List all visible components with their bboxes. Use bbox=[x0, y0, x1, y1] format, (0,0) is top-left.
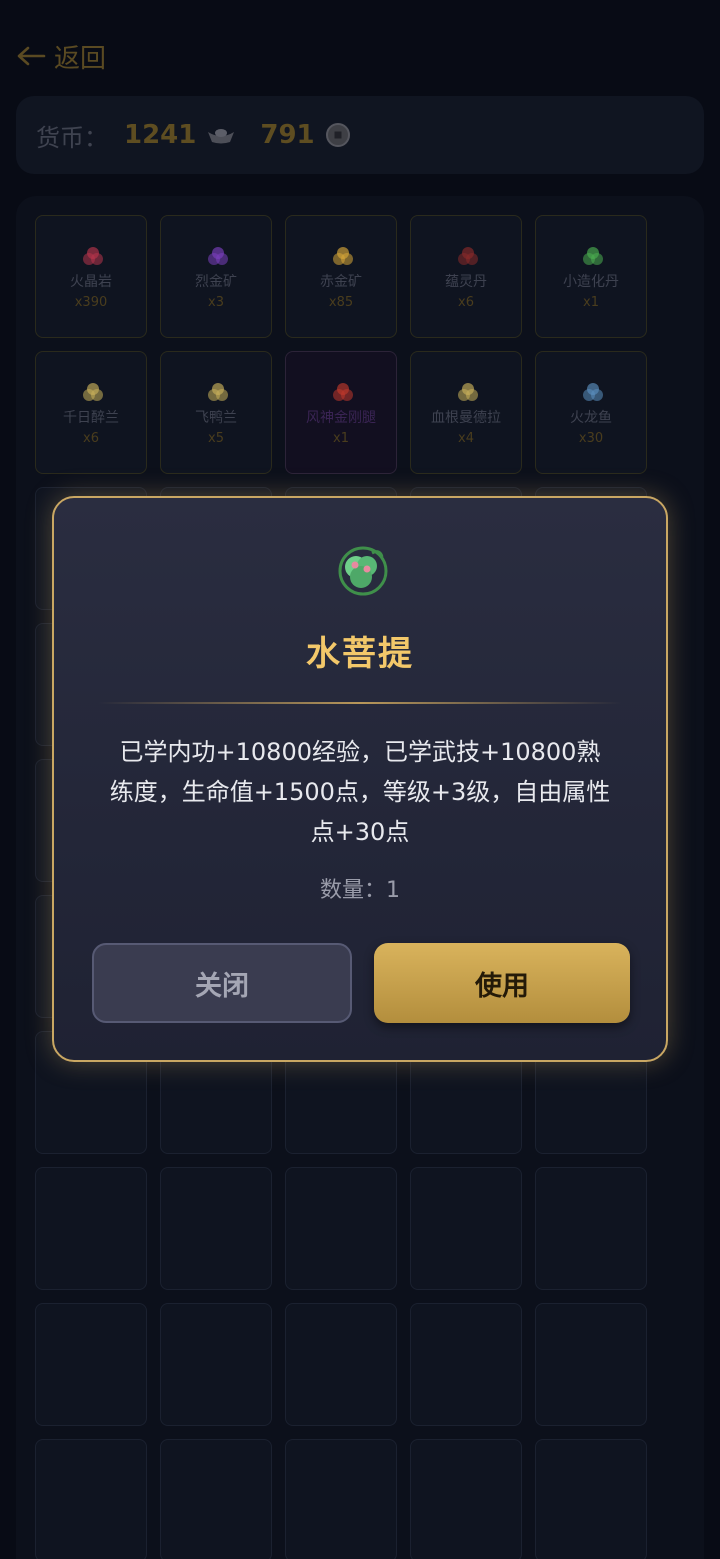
title-divider bbox=[98, 702, 622, 704]
item-title: 水菩提 bbox=[306, 634, 414, 674]
inventory-page: 返回 货币： 1241 791 火晶岩 x390 烈金矿 x3 赤金矿 x85 蕴灵丹 x6 小… bbox=[0, 0, 720, 1559]
close-button[interactable]: 关闭 bbox=[92, 943, 352, 1023]
item-count: 数量：1 bbox=[320, 878, 400, 903]
use-button[interactable]: 使用 bbox=[374, 943, 630, 1023]
item-description: 已学内功+10800经验，已学武技+10800熟练度，生命值+1500点，等级+… bbox=[109, 738, 611, 846]
water-bodhi-fruit-icon bbox=[338, 546, 388, 596]
item-detail-dialog: 水菩提 已学内功+10800经验，已学武技+10800熟练度，生命值+1500点… bbox=[52, 496, 668, 1062]
